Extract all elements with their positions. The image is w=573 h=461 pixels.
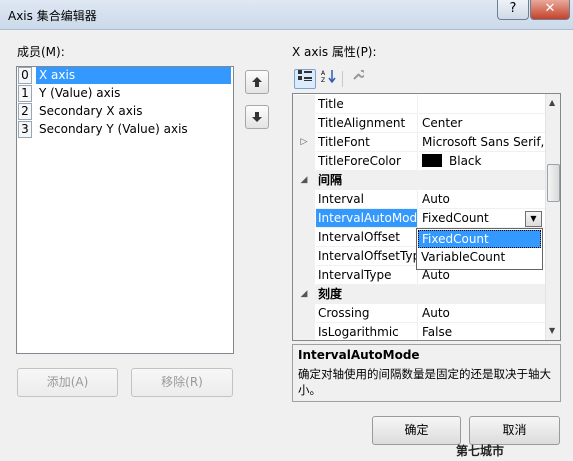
list-item[interactable]: 3 Secondary Y (Value) axis — [17, 121, 233, 139]
interval-auto-mode-dropdown[interactable]: FixedCount VariableCount — [416, 228, 543, 270]
color-swatch — [422, 154, 442, 167]
list-item-label: X axis — [36, 67, 231, 84]
scroll-down-icon[interactable]: ▼ — [549, 326, 555, 335]
list-item[interactable]: 2 Secondary X axis — [17, 103, 233, 121]
property-row[interactable]: IsLogarithmic False — [293, 323, 546, 340]
list-item-index: 3 — [18, 121, 32, 138]
category-name: 刻度 — [315, 285, 546, 304]
property-value[interactable]: False — [419, 323, 546, 340]
collapse-icon[interactable]: ◢ — [293, 285, 315, 304]
list-item-index: 1 — [18, 85, 32, 102]
property-category[interactable]: ◢ 间隔 — [293, 171, 546, 190]
color-name: Black — [449, 154, 482, 168]
property-name: Title — [316, 95, 418, 114]
property-name: TitleForeColor — [316, 152, 418, 171]
property-grid[interactable]: Title TitleAlignment Center ▷ TitleFont … — [292, 93, 561, 341]
list-item-label: Secondary X axis — [39, 104, 143, 118]
row-gutter — [293, 152, 315, 171]
property-name: IntervalOffsetType — [316, 247, 418, 266]
property-name: Interval — [316, 190, 418, 209]
dropdown-option[interactable]: VariableCount — [418, 249, 541, 267]
row-gutter — [293, 304, 315, 323]
list-item-label: Secondary Y (Value) axis — [39, 122, 188, 136]
property-value[interactable]: Auto — [419, 304, 546, 323]
property-name: TitleFont — [316, 133, 418, 152]
scrollbar-thumb[interactable] — [547, 164, 560, 202]
list-item-index: 0 — [18, 67, 32, 84]
property-value[interactable]: Black — [419, 152, 546, 171]
property-value[interactable]: Auto — [419, 190, 546, 209]
row-gutter — [293, 209, 315, 228]
arrow-up-icon — [252, 77, 262, 87]
row-gutter — [293, 114, 315, 133]
property-value[interactable]: FixedCount ▼ — [419, 209, 546, 228]
svg-text:A: A — [321, 70, 326, 77]
remove-button[interactable]: 移除(R) — [131, 368, 233, 397]
toolbar-divider — [342, 71, 343, 87]
row-gutter — [293, 323, 315, 340]
property-value[interactable]: Microsoft Sans Serif, — [419, 133, 546, 152]
list-item[interactable]: 1 Y (Value) axis — [17, 85, 233, 103]
collapse-icon[interactable]: ◢ — [293, 171, 315, 190]
help-button[interactable]: ? — [497, 0, 529, 20]
list-item-label: Y (Value) axis — [39, 86, 121, 100]
members-label: 成员(M): — [17, 45, 65, 59]
title-bar: Axis 集合编辑器 ? ✕ — [0, 0, 573, 30]
row-gutter — [293, 190, 315, 209]
watermark: 第七城市 — [456, 444, 505, 458]
property-category[interactable]: ◢ 刻度 — [293, 285, 546, 304]
property-row[interactable]: TitleForeColor Black — [293, 152, 546, 171]
scroll-up-icon[interactable]: ▲ — [549, 98, 555, 107]
row-gutter — [293, 266, 315, 285]
dropdown-option[interactable]: FixedCount — [418, 230, 541, 248]
members-list[interactable]: 0 X axis 1 Y (Value) axis 2 Secondary X … — [16, 66, 234, 354]
property-row[interactable]: Title — [293, 95, 546, 114]
property-grid-scrollbar[interactable]: ▲ ▼ — [545, 94, 560, 340]
property-pages-button[interactable] — [347, 69, 369, 89]
svg-text:Z: Z — [321, 77, 325, 83]
property-name: IntervalAutoMode — [316, 209, 418, 228]
property-row[interactable]: ▷ TitleFont Microsoft Sans Serif, — [293, 133, 546, 152]
category-name: 间隔 — [315, 171, 546, 190]
window-title: Axis 集合编辑器 — [8, 9, 97, 23]
property-name: IntervalType — [316, 266, 418, 285]
ok-button[interactable]: 确定 — [372, 416, 461, 445]
move-up-button[interactable] — [245, 70, 269, 94]
row-gutter — [293, 95, 315, 114]
property-value-text: FixedCount — [422, 211, 489, 225]
categorized-icon — [298, 70, 312, 81]
property-name: Crossing — [316, 304, 418, 323]
close-button[interactable]: ✕ — [530, 0, 570, 20]
list-item-index: 2 — [18, 103, 32, 120]
list-item[interactable]: 0 X axis — [17, 67, 233, 85]
row-gutter — [293, 247, 315, 266]
property-row[interactable]: IntervalAutoMode FixedCount ▼ — [293, 209, 546, 228]
dropdown-button[interactable]: ▼ — [525, 211, 542, 227]
properties-label: X axis 属性(P): — [292, 45, 377, 59]
move-down-button[interactable] — [245, 105, 269, 129]
property-row[interactable]: TitleAlignment Center — [293, 114, 546, 133]
arrow-down-icon — [252, 112, 262, 122]
property-name: IntervalOffset — [316, 228, 418, 247]
description-title: IntervalAutoMode — [298, 348, 420, 362]
property-row[interactable]: Crossing Auto — [293, 304, 546, 323]
property-value[interactable] — [419, 95, 546, 114]
description-text: 确定对轴使用的间隔数量是固定的还是取决于轴大小。 — [298, 367, 551, 397]
property-description: IntervalAutoMode 确定对轴使用的间隔数量是固定的还是取决于轴大小… — [292, 344, 561, 402]
row-gutter — [293, 228, 315, 247]
expand-icon[interactable]: ▷ — [293, 133, 315, 152]
property-name: TitleAlignment — [316, 114, 418, 133]
alphabetical-button[interactable]: AZ — [318, 69, 340, 89]
property-value[interactable]: Center — [419, 114, 546, 133]
categorized-button[interactable] — [294, 69, 316, 89]
property-name: IsLogarithmic — [316, 323, 418, 340]
property-toolbar: AZ — [292, 67, 372, 91]
cancel-button[interactable]: 取消 — [469, 416, 560, 445]
property-row[interactable]: Interval Auto — [293, 190, 546, 209]
chevron-down-icon: ▼ — [530, 214, 537, 223]
wrench-icon — [353, 69, 366, 80]
alphabetical-sort-icon: AZ — [321, 70, 336, 84]
add-button[interactable]: 添加(A) — [17, 368, 118, 397]
